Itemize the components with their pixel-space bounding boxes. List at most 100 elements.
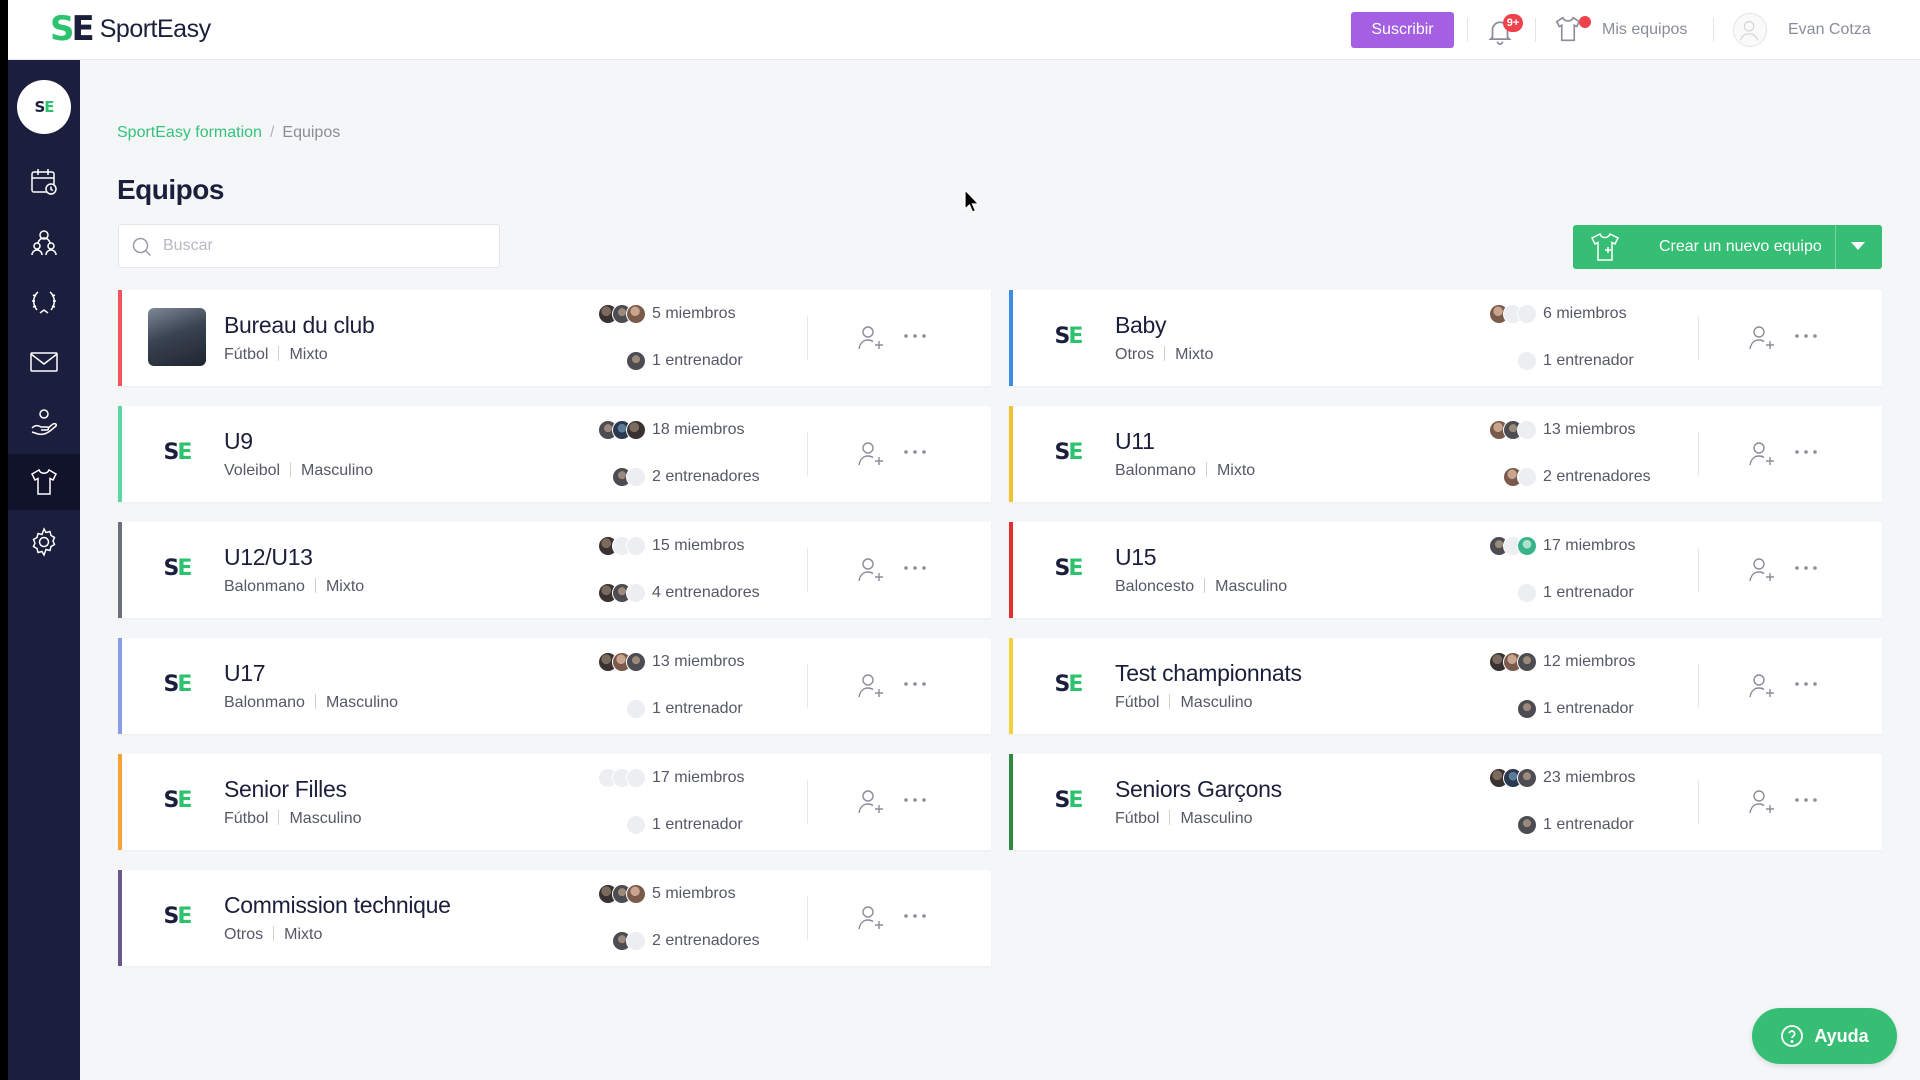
- team-card[interactable]: SE U12/U13 Balonmano Mixto 15 miembros 4 …: [118, 522, 991, 618]
- team-coaches-count[interactable]: 1 entrenador: [1543, 700, 1634, 718]
- team-members-count[interactable]: 13 miembros: [652, 653, 744, 671]
- team-card[interactable]: Bureau du club Fútbol Mixto 5 miembros 1 …: [118, 290, 991, 386]
- team-card[interactable]: SE Commission technique Otros Mixto 5 mie…: [118, 870, 991, 966]
- team-coaches-count[interactable]: 1 entrenador: [1543, 584, 1634, 602]
- more-options-icon[interactable]: [1793, 558, 1819, 578]
- team-members-count[interactable]: 12 miembros: [1543, 653, 1635, 671]
- team-name[interactable]: U12/U13: [224, 544, 313, 571]
- member-avatars: [586, 884, 646, 904]
- sidebar-item-teams[interactable]: [8, 454, 80, 510]
- team-coaches-count[interactable]: 2 entrenadores: [652, 932, 760, 950]
- team-members-count[interactable]: 6 miembros: [1543, 305, 1627, 323]
- my-teams-link[interactable]: Mis equipos: [1602, 21, 1687, 39]
- add-user-icon[interactable]: [855, 670, 887, 702]
- add-user-icon[interactable]: [1746, 438, 1778, 470]
- add-user-icon[interactable]: [1746, 554, 1778, 586]
- team-name[interactable]: U9: [224, 428, 253, 455]
- add-user-icon[interactable]: [855, 438, 887, 470]
- sidebar-item-members[interactable]: [8, 214, 80, 270]
- sidebar-item-settings[interactable]: [8, 514, 80, 570]
- more-options-icon[interactable]: [1793, 674, 1819, 694]
- team-sport: Fútbol: [224, 346, 269, 363]
- more-options-icon[interactable]: [902, 674, 928, 694]
- team-coaches-count[interactable]: 2 entrenadores: [1543, 468, 1651, 486]
- team-name[interactable]: U17: [224, 660, 266, 687]
- more-options-icon[interactable]: [1793, 790, 1819, 810]
- more-options-icon[interactable]: [902, 442, 928, 462]
- team-card[interactable]: SE U11 Balonmano Mixto 13 miembros 2 entr…: [1009, 406, 1882, 502]
- sidebar-item-volunteers[interactable]: [8, 394, 80, 450]
- create-team-button[interactable]: Crear un nuevo equipo: [1573, 225, 1882, 269]
- meta-divider: [1205, 462, 1207, 477]
- team-card[interactable]: SE U17 Balonmano Masculino 13 miembros 1 …: [118, 638, 991, 734]
- add-user-icon[interactable]: [1746, 786, 1778, 818]
- more-options-icon[interactable]: [1793, 326, 1819, 346]
- team-sport: Baloncesto: [1115, 578, 1195, 595]
- help-button[interactable]: Ayuda: [1752, 1008, 1897, 1064]
- team-coaches-count[interactable]: 1 entrenador: [652, 700, 743, 718]
- user-name[interactable]: Evan Cotza: [1788, 21, 1871, 39]
- search-input[interactable]: [163, 225, 493, 267]
- add-user-icon[interactable]: [855, 554, 887, 586]
- shirt-icon[interactable]: [1553, 14, 1583, 44]
- more-options-icon[interactable]: [1793, 442, 1819, 462]
- brand-logo[interactable]: SE SportEasy: [50, 9, 211, 49]
- team-card[interactable]: SE Senior Filles Fútbol Masculino 17 miem…: [118, 754, 991, 850]
- avatar: [626, 304, 646, 324]
- team-name[interactable]: Bureau du club: [224, 312, 375, 339]
- avatar: [626, 467, 646, 487]
- team-coaches-count[interactable]: 1 entrenador: [652, 816, 743, 834]
- team-sport: Balonmano: [224, 694, 305, 711]
- more-options-icon[interactable]: [902, 558, 928, 578]
- team-name[interactable]: U11: [1115, 428, 1155, 455]
- team-members-count[interactable]: 23 miembros: [1543, 769, 1635, 787]
- more-options-icon[interactable]: [902, 326, 928, 346]
- team-members-count[interactable]: 17 miembros: [652, 769, 744, 787]
- breadcrumb-root-link[interactable]: SportEasy formation: [117, 124, 262, 141]
- coach-avatars: [586, 699, 646, 719]
- sidebar-item-calendar[interactable]: [8, 154, 80, 210]
- team-coaches-count[interactable]: 1 entrenador: [1543, 816, 1634, 834]
- team-name[interactable]: Baby: [1115, 312, 1167, 339]
- add-user-icon[interactable]: [1746, 322, 1778, 354]
- team-coaches-count[interactable]: 1 entrenador: [1543, 352, 1634, 370]
- avatar: [626, 536, 646, 556]
- team-members-count[interactable]: 5 miembros: [652, 885, 736, 903]
- team-name[interactable]: Seniors Garçons: [1115, 776, 1282, 803]
- more-options-icon[interactable]: [902, 906, 928, 926]
- team-photo: [148, 308, 206, 366]
- add-user-icon[interactable]: [855, 786, 887, 818]
- team-members-count[interactable]: 5 miembros: [652, 305, 736, 323]
- team-coaches-count[interactable]: 2 entrenadores: [652, 468, 760, 486]
- team-name[interactable]: Senior Filles: [224, 776, 347, 803]
- chevron-down-icon[interactable]: [1851, 242, 1865, 250]
- team-card[interactable]: SE Seniors Garçons Fútbol Masculino 23 mi…: [1009, 754, 1882, 850]
- team-members-count[interactable]: 18 miembros: [652, 421, 744, 439]
- team-coaches-count[interactable]: 4 entrenadores: [652, 584, 760, 602]
- club-logo[interactable]: SE: [17, 80, 71, 134]
- team-name[interactable]: Test championnats: [1115, 660, 1302, 687]
- team-name[interactable]: U15: [1115, 544, 1157, 571]
- team-coaches-count[interactable]: 1 entrenador: [652, 352, 743, 370]
- team-card[interactable]: SE U9 Voleibol Masculino 18 miembros 2 en…: [118, 406, 991, 502]
- team-name[interactable]: Commission technique: [224, 892, 451, 919]
- add-user-icon[interactable]: [855, 322, 887, 354]
- team-logo-icon: SE: [1054, 556, 1084, 581]
- avatar: [626, 768, 646, 788]
- sidebar-item-competitions[interactable]: [8, 274, 80, 330]
- add-user-icon[interactable]: [855, 902, 887, 934]
- team-members-count[interactable]: 17 miembros: [1543, 537, 1635, 555]
- team-members-count[interactable]: 13 miembros: [1543, 421, 1635, 439]
- more-options-icon[interactable]: [902, 790, 928, 810]
- team-card[interactable]: SE U15 Baloncesto Masculino 17 miembros 1…: [1009, 522, 1882, 618]
- team-members-count[interactable]: 15 miembros: [652, 537, 744, 555]
- add-user-icon[interactable]: [1746, 670, 1778, 702]
- team-card[interactable]: SE Baby Otros Mixto 6 miembros 1 entrenad…: [1009, 290, 1882, 386]
- brand-mark-icon: SE: [50, 9, 95, 49]
- subscribe-button[interactable]: Suscribir: [1351, 12, 1454, 48]
- user-avatar[interactable]: [1733, 13, 1767, 47]
- team-card[interactable]: SE Test championnats Fútbol Masculino 12 …: [1009, 638, 1882, 734]
- sidebar-item-messages[interactable]: [8, 334, 80, 390]
- member-avatars: [586, 304, 646, 324]
- card-divider: [807, 780, 808, 824]
